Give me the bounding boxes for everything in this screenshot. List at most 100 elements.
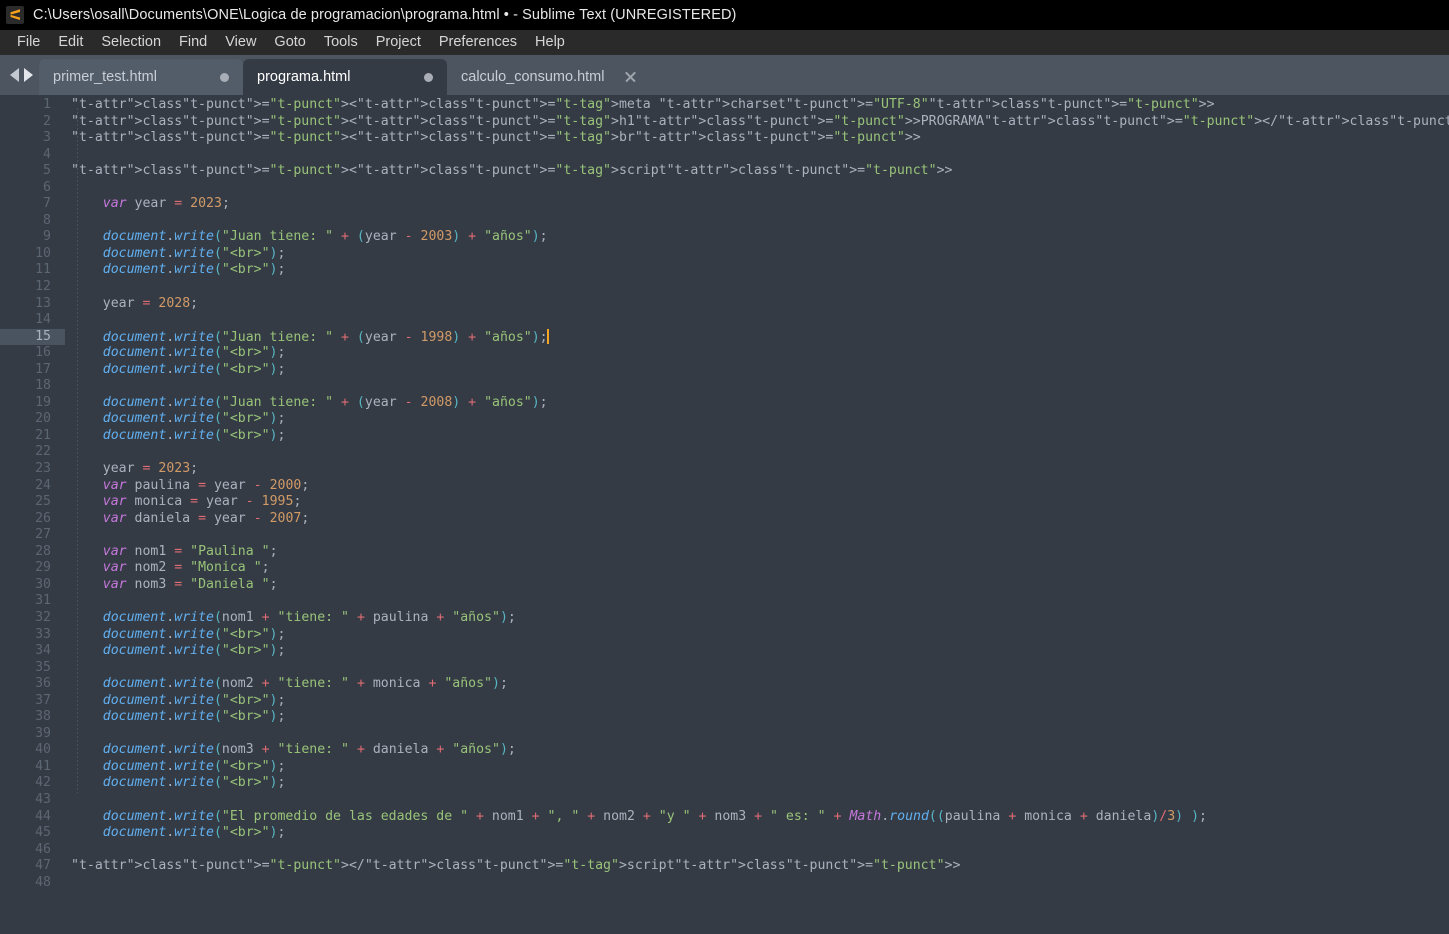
line-number: 31 <box>35 593 51 609</box>
menu-item-selection[interactable]: Selection <box>92 30 170 55</box>
code-content[interactable]: "t-attr">class"t-punct">="t-punct"><"t-a… <box>65 95 1449 934</box>
line-number: 36 <box>35 676 51 692</box>
dirty-dot-icon[interactable] <box>220 72 229 82</box>
code-line[interactable] <box>65 312 1449 329</box>
line-number: 17 <box>35 361 51 377</box>
dirty-dot-icon[interactable] <box>424 72 433 82</box>
code-line[interactable]: "t-attr">class"t-punct">="t-punct"><"t-a… <box>65 130 1449 147</box>
code-line[interactable] <box>65 279 1449 296</box>
line-number: 44 <box>35 808 51 824</box>
line-number-gutter: 1 2 3 4 5 6 7 8 9 10 11 12 13 14 15 16 17 18 19 20 21 22 23 24 2… <box>0 95 65 934</box>
code-line[interactable] <box>65 593 1449 610</box>
code-line[interactable]: "t-attr">class"t-punct">="t-punct"></"t-… <box>65 858 1449 875</box>
code-line[interactable]: var monica = year - 1995; <box>65 494 1449 511</box>
line-number: 23 <box>35 461 51 477</box>
code-line[interactable]: document.write("<br>"); <box>65 627 1449 644</box>
code-line[interactable]: document.write("<br>"); <box>65 825 1449 842</box>
line-number: 14 <box>35 312 51 328</box>
tab-primer-test[interactable]: primer_test.html <box>39 59 243 95</box>
code-line[interactable]: year = 2023; <box>65 461 1449 478</box>
code-line[interactable] <box>65 527 1449 544</box>
tab-label: programa.html <box>257 69 351 85</box>
line-number: 46 <box>35 841 51 857</box>
close-icon[interactable] <box>623 70 637 84</box>
line-number: 37 <box>35 692 51 708</box>
menu-item-edit[interactable]: Edit <box>49 30 92 55</box>
code-line[interactable]: document.write("<br>"); <box>65 428 1449 445</box>
line-number: 43 <box>35 791 51 807</box>
line-number: 3 <box>43 130 51 146</box>
code-line[interactable] <box>65 726 1449 743</box>
line-number: 22 <box>35 444 51 460</box>
code-line[interactable] <box>65 444 1449 461</box>
code-line[interactable]: document.write(nom1 + "tiene: " + paulin… <box>65 610 1449 627</box>
line-number: 2 <box>43 113 51 129</box>
code-line[interactable]: document.write(nom2 + "tiene: " + monica… <box>65 676 1449 693</box>
menu-item-goto[interactable]: Goto <box>265 30 314 55</box>
code-line[interactable]: var year = 2023; <box>65 196 1449 213</box>
code-line[interactable]: var paulina = year - 2000; <box>65 478 1449 495</box>
code-line[interactable]: document.write("Juan tiene: " + (year - … <box>65 328 1449 346</box>
menu-item-preferences[interactable]: Preferences <box>430 30 526 55</box>
code-line[interactable]: document.write("<br>"); <box>65 759 1449 776</box>
code-line[interactable]: document.write("<br>"); <box>65 643 1449 660</box>
code-line[interactable]: document.write("<br>"); <box>65 262 1449 279</box>
menu-item-view[interactable]: View <box>216 30 265 55</box>
line-number: 42 <box>35 775 51 791</box>
line-number: 8 <box>43 212 51 228</box>
code-line[interactable]: year = 2028; <box>65 296 1449 313</box>
tab-bar: primer_test.html programa.html calculo_c… <box>0 55 1449 95</box>
code-line[interactable]: document.write("Juan tiene: " + (year - … <box>65 229 1449 246</box>
chevron-right-icon[interactable] <box>24 68 33 82</box>
code-line[interactable] <box>65 180 1449 197</box>
code-line[interactable]: document.write(nom3 + "tiene: " + daniel… <box>65 742 1449 759</box>
line-number: 27 <box>35 527 51 543</box>
code-line[interactable]: document.write("<br>"); <box>65 775 1449 792</box>
chevron-left-icon[interactable] <box>10 68 19 82</box>
line-number: 26 <box>35 510 51 526</box>
code-line[interactable]: document.write("<br>"); <box>65 362 1449 379</box>
code-line[interactable]: var nom3 = "Daniela "; <box>65 577 1449 594</box>
line-number: 35 <box>35 659 51 675</box>
menu-item-tools[interactable]: Tools <box>315 30 367 55</box>
code-line[interactable]: document.write("<br>"); <box>65 693 1449 710</box>
code-line[interactable]: "t-attr">class"t-punct">="t-punct"><"t-a… <box>65 97 1449 114</box>
code-line[interactable]: document.write("Juan tiene: " + (year - … <box>65 395 1449 412</box>
line-number: 16 <box>35 345 51 361</box>
code-line[interactable] <box>65 660 1449 677</box>
code-editor[interactable]: 1 2 3 4 5 6 7 8 9 10 11 12 13 14 15 16 17 18 19 20 21 22 23 24 2… <box>0 95 1449 934</box>
line-number: 1 <box>43 97 51 112</box>
code-line[interactable]: var daniela = year - 2007; <box>65 511 1449 528</box>
code-line[interactable]: var nom2 = "Monica "; <box>65 560 1449 577</box>
code-line[interactable] <box>65 792 1449 809</box>
code-line[interactable] <box>65 147 1449 164</box>
code-line[interactable]: document.write("<br>"); <box>65 246 1449 263</box>
tab-programa[interactable]: programa.html <box>243 59 447 95</box>
code-line[interactable]: "t-attr">class"t-punct">="t-punct"><"t-a… <box>65 114 1449 131</box>
tab-calculo-consumo[interactable]: calculo_consumo.html <box>447 59 651 95</box>
line-number: 4 <box>43 146 51 162</box>
line-number: 24 <box>35 477 51 493</box>
code-line[interactable]: document.write("<br>"); <box>65 345 1449 362</box>
menu-item-help[interactable]: Help <box>526 30 574 55</box>
code-line[interactable]: "t-attr">class"t-punct">="t-punct"><"t-a… <box>65 163 1449 180</box>
code-line[interactable]: document.write("El promedio de las edade… <box>65 809 1449 826</box>
menu-item-project[interactable]: Project <box>367 30 430 55</box>
menu-item-file[interactable]: File <box>8 30 49 55</box>
line-number: 47 <box>35 858 51 874</box>
line-number: 12 <box>35 279 51 295</box>
line-number: 45 <box>35 825 51 841</box>
line-number: 11 <box>35 262 51 278</box>
code-line[interactable]: document.write("<br>"); <box>65 709 1449 726</box>
line-number: 33 <box>35 626 51 642</box>
code-line[interactable] <box>65 378 1449 395</box>
code-line[interactable]: document.write("<br>"); <box>65 411 1449 428</box>
code-line[interactable] <box>65 213 1449 230</box>
code-line[interactable]: var nom1 = "Paulina "; <box>65 544 1449 561</box>
line-number: 9 <box>43 229 51 245</box>
line-number: 34 <box>35 643 51 659</box>
menu-item-find[interactable]: Find <box>170 30 216 55</box>
line-number: 7 <box>43 196 51 212</box>
code-line[interactable] <box>65 875 1449 892</box>
code-line[interactable] <box>65 842 1449 859</box>
